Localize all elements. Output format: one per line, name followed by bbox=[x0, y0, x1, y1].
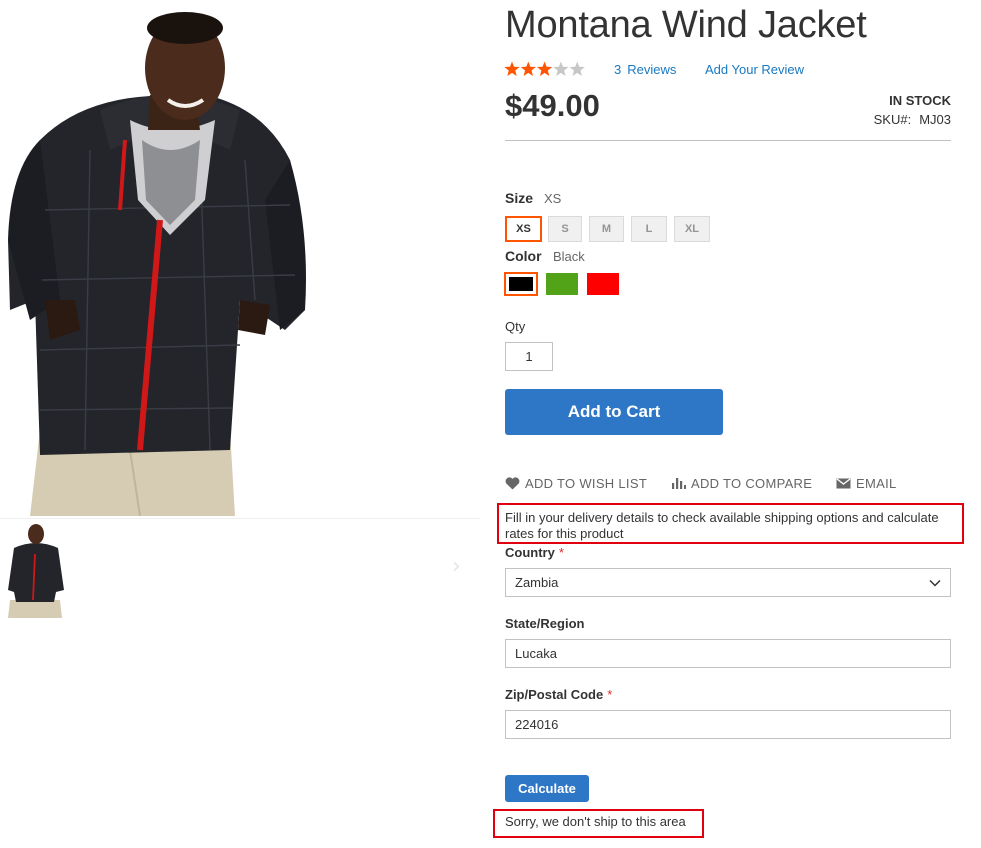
page-title: Montana Wind Jacket bbox=[505, 4, 867, 46]
calculate-button[interactable]: Calculate bbox=[505, 775, 589, 802]
qty-label: Qty bbox=[505, 319, 526, 334]
reviews-link[interactable]: 3 Reviews bbox=[614, 62, 676, 77]
email-link[interactable]: EMAIL bbox=[836, 476, 897, 491]
qty-input[interactable]: 1 bbox=[505, 342, 553, 371]
thumbnail-image bbox=[0, 520, 72, 618]
star-icons bbox=[504, 61, 585, 76]
chevron-right-icon[interactable]: › bbox=[452, 554, 461, 579]
country-select-value: Zambia bbox=[515, 575, 559, 590]
star-icon bbox=[536, 61, 553, 76]
star-icon bbox=[569, 61, 585, 76]
thumbnail-divider bbox=[0, 518, 480, 519]
thumbnail-strip: › bbox=[0, 518, 480, 618]
reviews-label: Reviews bbox=[627, 62, 677, 77]
color-label: Color bbox=[505, 248, 542, 264]
add-to-compare-link[interactable]: ADD TO COMPARE bbox=[671, 476, 812, 491]
envelope-icon bbox=[836, 478, 851, 489]
reviews-count: 3 bbox=[614, 62, 622, 77]
product-main-image[interactable] bbox=[0, 0, 480, 516]
color-swatch-black[interactable] bbox=[504, 272, 538, 296]
zip-label-text: Zip/Postal Code bbox=[505, 687, 604, 702]
country-label-text: Country bbox=[505, 545, 555, 560]
color-selected-value: Black bbox=[553, 249, 585, 264]
size-option-m[interactable]: M bbox=[589, 216, 624, 242]
sku-label: SKU#: bbox=[873, 112, 912, 127]
stock-status: IN STOCK bbox=[889, 93, 951, 108]
required-asterisk: * bbox=[607, 687, 613, 702]
star-icon bbox=[520, 61, 536, 76]
zip-label: Zip/Postal Code * bbox=[505, 687, 612, 702]
add-to-wishlist-link[interactable]: ADD TO WISH LIST bbox=[505, 476, 647, 491]
heart-icon bbox=[505, 477, 520, 490]
jacket-model-illustration bbox=[0, 0, 480, 516]
required-asterisk: * bbox=[558, 545, 564, 560]
size-option-l[interactable]: L bbox=[631, 216, 667, 242]
thumbnail-1[interactable] bbox=[0, 520, 72, 618]
sku-value: MJ03 bbox=[919, 112, 951, 127]
swatch-fill bbox=[509, 277, 533, 291]
swatch-fill bbox=[546, 273, 578, 295]
chevron-down-icon bbox=[929, 579, 941, 587]
size-option-xs[interactable]: XS bbox=[505, 216, 542, 242]
add-to-cart-button[interactable]: Add to Cart bbox=[505, 389, 723, 435]
size-option-xl[interactable]: XL bbox=[674, 216, 710, 242]
compare-label: ADD TO COMPARE bbox=[691, 476, 813, 491]
country-label: Country * bbox=[505, 545, 564, 560]
sku: SKU#: MJ03 bbox=[820, 112, 951, 127]
shipping-result-message: Sorry, we don't ship to this area bbox=[505, 814, 686, 829]
swatch-fill bbox=[587, 273, 619, 295]
wishlist-label: ADD TO WISH LIST bbox=[525, 476, 648, 491]
zip-input[interactable]: 224016 bbox=[505, 710, 951, 739]
country-select[interactable]: Zambia bbox=[505, 568, 951, 597]
size-selected-value: XS bbox=[544, 191, 562, 206]
shipping-info-message: Fill in your delivery details to check a… bbox=[505, 510, 939, 541]
add-review-link[interactable]: Add Your Review bbox=[705, 62, 804, 77]
email-label: EMAIL bbox=[856, 476, 897, 491]
star-icon bbox=[553, 61, 569, 76]
product-price: $49.00 bbox=[505, 88, 600, 123]
size-option-s[interactable]: S bbox=[548, 216, 582, 242]
size-label: Size bbox=[505, 190, 534, 206]
compare-chart-icon bbox=[672, 478, 686, 489]
star-icon bbox=[504, 61, 520, 76]
color-swatch-green[interactable] bbox=[546, 273, 578, 295]
divider bbox=[505, 140, 951, 141]
rating-stars bbox=[504, 60, 586, 78]
state-input[interactable]: Lucaka bbox=[505, 639, 951, 668]
state-label: State/Region bbox=[505, 616, 585, 631]
color-swatch-red[interactable] bbox=[587, 273, 619, 295]
